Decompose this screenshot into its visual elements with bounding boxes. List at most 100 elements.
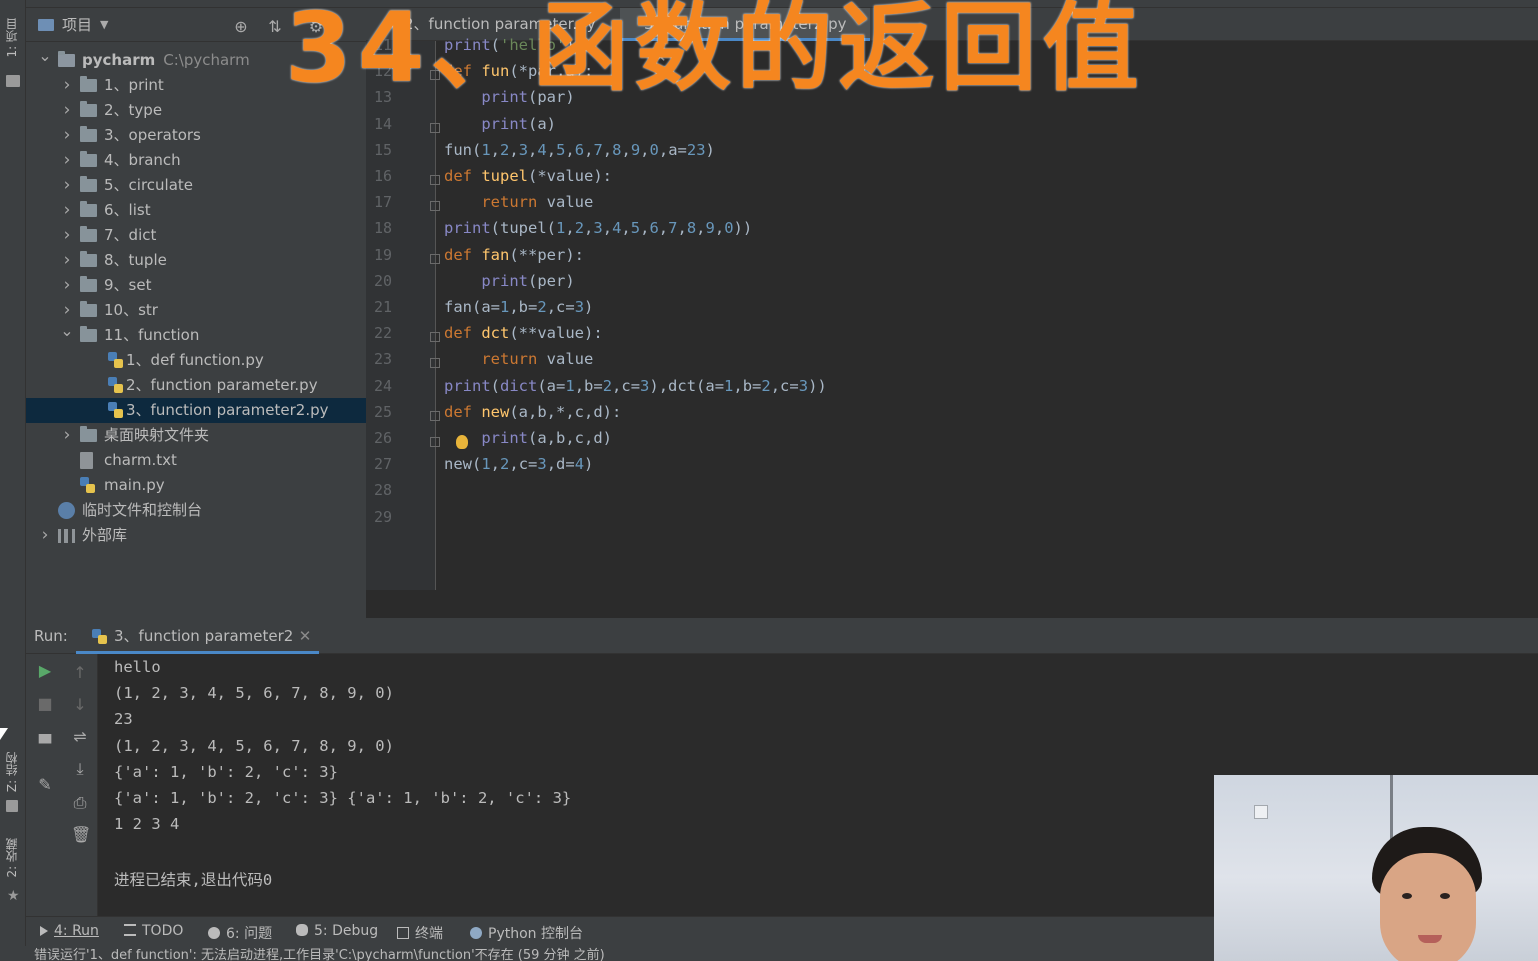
- tree-item[interactable]: › 9、set: [26, 273, 366, 298]
- tree-item-text: 7、dict: [104, 226, 157, 244]
- chevron-right-icon[interactable]: ›: [60, 148, 74, 173]
- chevron-right-icon[interactable]: ›: [60, 248, 74, 273]
- fold-marker-icon[interactable]: [430, 410, 440, 421]
- soft-wrap-icon[interactable]: ⇌: [71, 728, 89, 746]
- tree-item-text: pycharm: [82, 51, 156, 69]
- favorites-tool-tab[interactable]: 2: 收藏: [3, 838, 23, 878]
- chevron-right-icon[interactable]: ›: [60, 173, 74, 198]
- tree-item[interactable]: › 6、list: [26, 198, 366, 223]
- run-toolbar: ▶ ↑ ■ ↓ ▀ ⇌ ⤓ ✎ ⎙ 🗑: [26, 654, 98, 916]
- tool-tab-terminal[interactable]: 终端: [397, 923, 443, 943]
- tree-item-label: 1、def function.py: [126, 348, 264, 373]
- line-number: 16: [373, 167, 392, 185]
- down-arrow-icon[interactable]: ↓: [71, 696, 89, 714]
- folder-icon: [80, 301, 97, 317]
- folder-icon: [58, 51, 75, 67]
- tool-tab-run[interactable]: 4: Run: [40, 923, 99, 939]
- chevron-right-icon[interactable]: ›: [60, 73, 74, 98]
- lightbulb-icon[interactable]: [456, 435, 468, 449]
- code-line: return value: [481, 350, 594, 369]
- status-message[interactable]: 错误运行'1、def function': 无法启动进程,工作目录'C:\pyc…: [34, 948, 605, 961]
- tree-item[interactable]: › 7、dict: [26, 223, 366, 248]
- tree-item-text: charm.txt: [104, 451, 177, 469]
- tree-item[interactable]: › 8、tuple: [26, 248, 366, 273]
- fold-marker-icon[interactable]: [430, 175, 440, 185]
- tree-item[interactable]: › 10、str: [26, 298, 366, 323]
- line-number: 18: [373, 219, 392, 238]
- fold-marker-icon[interactable]: [430, 332, 440, 343]
- tree-item[interactable]: 临时文件和控制台: [26, 498, 366, 523]
- chevron-right-icon[interactable]: ›: [60, 223, 74, 248]
- folder-icon: [80, 226, 97, 242]
- mouse-cursor: [0, 728, 8, 740]
- tool-tab-debug[interactable]: 5: Debug: [296, 923, 378, 939]
- chevron-down-icon[interactable]: ⌄: [60, 318, 74, 343]
- chevron-right-icon[interactable]: ›: [60, 198, 74, 223]
- tree-item[interactable]: 2、function parameter.py: [26, 373, 366, 398]
- tree-item-label: 3、operators: [104, 123, 201, 148]
- tree-item[interactable]: charm.txt: [26, 448, 366, 473]
- chevron-down-icon[interactable]: ▼: [100, 18, 108, 31]
- line-number: 29: [373, 507, 392, 526]
- close-icon[interactable]: ✕: [299, 618, 312, 654]
- print-icon[interactable]: ⎙: [71, 794, 89, 812]
- console-line: (1, 2, 3, 4, 5, 6, 7, 8, 9, 0): [114, 736, 394, 755]
- tree-item[interactable]: › 5、circulate: [26, 173, 366, 198]
- code-line: def fan(**per):: [444, 245, 584, 264]
- tree-item[interactable]: › 桌面映射文件夹: [26, 423, 366, 448]
- folder-icon: [80, 101, 97, 117]
- webcam-person-eye: [1440, 893, 1450, 899]
- structure-icon[interactable]: [6, 800, 18, 812]
- chevron-right-icon[interactable]: ›: [60, 98, 74, 123]
- tool-tab-label: Python 控制台: [488, 926, 583, 942]
- collapse-all-icon[interactable]: ⇅: [266, 18, 284, 36]
- pin-icon[interactable]: ✎: [36, 776, 54, 794]
- fold-marker-icon[interactable]: [430, 122, 440, 133]
- layout-icon[interactable]: ▀: [36, 735, 54, 753]
- tree-item[interactable]: › 4、branch: [26, 148, 366, 173]
- code-line: print(a,b,c,d): [481, 429, 612, 447]
- project-panel-title[interactable]: 项目: [62, 14, 92, 35]
- line-number: 21: [373, 298, 392, 316]
- tree-item[interactable]: 3、function parameter2.py: [26, 398, 366, 423]
- tool-tab-problems[interactable]: 6: 问题: [208, 923, 272, 943]
- rerun-icon[interactable]: ▶: [36, 662, 54, 680]
- star-icon[interactable]: ★: [7, 888, 20, 904]
- tree-item-label: 9、set: [104, 273, 151, 298]
- tree-item[interactable]: ⌄ 11、function: [26, 321, 366, 348]
- scroll-to-end-icon[interactable]: ⤓: [71, 760, 89, 778]
- line-number: 24: [373, 376, 392, 395]
- tool-tab-python-console[interactable]: Python 控制台: [470, 923, 583, 943]
- console-output[interactable]: hello (1, 2, 3, 4, 5, 6, 7, 8, 9, 0) 23 (1,…: [114, 658, 571, 894]
- locate-icon[interactable]: ⊕: [232, 18, 250, 36]
- tree-item-label: 8、tuple: [104, 248, 167, 273]
- run-config-tab[interactable]: 3、function parameter2 ✕: [76, 618, 320, 654]
- video-overlay-title: 34、函数的返回值: [285, 0, 1145, 104]
- chevron-right-icon[interactable]: ›: [60, 123, 74, 148]
- tree-item[interactable]: main.py: [26, 473, 366, 498]
- tree-item[interactable]: › 外部库: [26, 523, 366, 548]
- tree-item-text: 1、def function.py: [126, 351, 264, 369]
- project-tool-icon[interactable]: [6, 75, 20, 87]
- fold-marker-icon[interactable]: [430, 201, 440, 212]
- line-number: 27: [373, 455, 392, 474]
- structure-tool-tab[interactable]: Z: 结构: [3, 752, 23, 792]
- fold-marker-icon[interactable]: [430, 253, 440, 264]
- tool-tab-todo[interactable]: TODO: [124, 923, 183, 939]
- tree-item[interactable]: › 3、operators: [26, 123, 366, 148]
- up-arrow-icon[interactable]: ↑: [71, 664, 89, 682]
- run-label: Run:: [34, 627, 68, 645]
- fold-marker-icon[interactable]: [430, 358, 440, 369]
- chevron-right-icon[interactable]: ›: [60, 423, 74, 448]
- fold-marker-icon[interactable]: [430, 437, 440, 447]
- project-tool-tab[interactable]: 1: 项目: [3, 18, 23, 58]
- chevron-right-icon[interactable]: ›: [38, 523, 52, 548]
- chevron-right-icon[interactable]: ›: [60, 273, 74, 298]
- tree-item-label: 3、function parameter2.py: [126, 398, 329, 423]
- tree-item[interactable]: 1、def function.py: [26, 348, 366, 373]
- code-line: return value: [481, 193, 594, 212]
- tree-item-label: main.py: [104, 473, 165, 498]
- trash-icon[interactable]: 🗑: [71, 826, 91, 844]
- stop-icon[interactable]: ■: [36, 695, 54, 713]
- chevron-down-icon[interactable]: ⌄: [38, 43, 52, 68]
